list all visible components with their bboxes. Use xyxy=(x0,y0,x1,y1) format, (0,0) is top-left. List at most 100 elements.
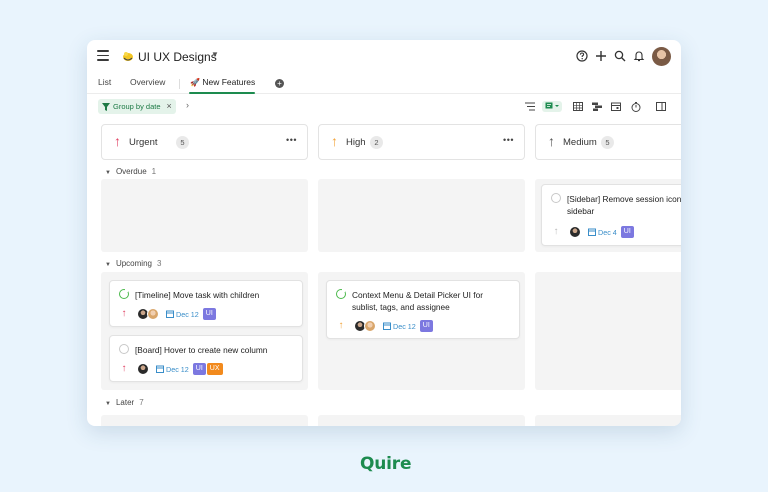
chevron-down-icon: ▼ xyxy=(105,401,111,407)
task-card[interactable]: [Sidebar] Remove session icon sidebar ↑ … xyxy=(541,184,681,246)
lane[interactable] xyxy=(101,415,308,426)
column-medium[interactable]: ↑ Medium 5 xyxy=(535,124,681,160)
column-high[interactable]: ↑ High 2 ••• xyxy=(318,124,525,160)
column-title: High xyxy=(346,137,366,148)
group-label: Upcoming xyxy=(115,259,152,268)
app-header: UI UX Designs ▼ xyxy=(87,40,681,74)
lane[interactable] xyxy=(318,415,525,426)
assignee-avatar[interactable] xyxy=(569,226,581,238)
due-date-text: Dec 4 xyxy=(598,227,617,237)
panel-icon[interactable] xyxy=(655,101,666,112)
task-title-line: sublist, tags, and assignee xyxy=(352,302,450,312)
toolbar: Group by date × › xyxy=(87,96,681,118)
task-checkbox[interactable] xyxy=(119,344,129,354)
priority-urgent-icon: ↑ xyxy=(114,133,121,149)
group-by-chip[interactable]: Group by date × xyxy=(98,99,176,114)
due-date[interactable]: Dec 12 xyxy=(156,365,189,374)
group-upcoming[interactable]: ▼ Upcoming 3 xyxy=(105,259,161,268)
due-date[interactable]: Dec 4 xyxy=(588,228,617,237)
due-date-text: Dec 12 xyxy=(176,309,199,319)
task-meta: ↑ Dec 12 UI xyxy=(336,319,433,333)
due-date[interactable]: Dec 12 xyxy=(166,310,199,319)
app-window: UI UX Designs ▼ List Overview 🚀 New Feat… xyxy=(87,40,681,426)
calendar-icon xyxy=(383,322,391,330)
assignee-avatar[interactable] xyxy=(137,363,149,375)
tag-ui[interactable]: UI xyxy=(192,363,206,375)
tab-new-features[interactable]: 🚀 New Features xyxy=(190,77,255,87)
task-checkbox[interactable] xyxy=(336,288,346,299)
task-card[interactable]: [Timeline] Move task with children ↑ Dec… xyxy=(109,280,303,327)
bell-icon[interactable] xyxy=(632,49,646,63)
tag-group: UI UX xyxy=(192,363,223,375)
tag-ui[interactable]: UI xyxy=(202,308,216,320)
rocket-icon: 🚀 xyxy=(190,78,200,87)
menu-icon[interactable] xyxy=(97,50,109,61)
tab-list[interactable]: List xyxy=(98,77,111,87)
calendar-icon xyxy=(166,310,174,318)
task-title-line: sidebar xyxy=(567,206,595,216)
assignee-avatar[interactable] xyxy=(364,320,376,332)
group-label: Overdue xyxy=(115,167,147,176)
tag-ui[interactable]: UI xyxy=(620,226,634,238)
group-later[interactable]: ▼ Later 7 xyxy=(105,398,144,407)
timeline-icon[interactable] xyxy=(591,101,602,112)
due-date[interactable]: Dec 12 xyxy=(383,322,416,331)
active-tab-indicator xyxy=(189,92,255,94)
task-title: Context Menu & Detail Picker UI for subl… xyxy=(352,289,483,313)
sort-icon[interactable] xyxy=(524,101,535,112)
add-icon[interactable] xyxy=(594,49,608,63)
more-icon[interactable]: ••• xyxy=(503,135,514,145)
column-count: 5 xyxy=(601,136,614,149)
column-urgent[interactable]: ↑ Urgent 5 ••• xyxy=(101,124,308,160)
tag-ux[interactable]: UX xyxy=(206,363,223,375)
timer-icon[interactable] xyxy=(630,101,641,112)
calendar-icon xyxy=(156,365,164,373)
more-icon[interactable]: ••• xyxy=(286,135,297,145)
due-date-text: Dec 12 xyxy=(166,364,189,374)
priority-medium-icon: ↑ xyxy=(548,133,555,149)
table-view-icon[interactable] xyxy=(572,101,583,112)
group-count: 1 xyxy=(151,167,157,176)
avatar[interactable] xyxy=(652,47,671,66)
group-count: 7 xyxy=(139,398,144,407)
chevron-right-icon[interactable]: › xyxy=(186,100,189,110)
group-overdue[interactable]: ▼ Overdue 1 xyxy=(105,167,156,176)
calendar-icon[interactable] xyxy=(610,101,621,112)
view-tabs: List Overview 🚀 New Features + xyxy=(87,74,681,94)
assignee-avatar[interactable] xyxy=(147,308,159,320)
add-view-icon[interactable]: + xyxy=(275,79,284,88)
lane[interactable] xyxy=(535,272,681,390)
help-icon[interactable] xyxy=(575,49,589,63)
search-icon[interactable] xyxy=(613,49,627,63)
column-title: Medium xyxy=(563,137,597,148)
chevron-down-icon[interactable]: ▼ xyxy=(211,50,219,59)
task-meta: ↑ Dec 4 UI xyxy=(551,225,634,239)
priority-icon[interactable]: ↑ xyxy=(336,321,346,331)
priority-icon[interactable]: ↑ xyxy=(119,309,129,319)
task-card[interactable]: Context Menu & Detail Picker UI for subl… xyxy=(326,280,520,339)
task-meta: ↑ Dec 12 UI xyxy=(119,307,216,321)
task-card[interactable]: [Board] Hover to create new column ↑ Dec… xyxy=(109,335,303,382)
lane[interactable] xyxy=(318,179,525,252)
task-meta: ↑ Dec 12 UI UX xyxy=(119,362,223,376)
project-title[interactable]: UI UX Designs xyxy=(138,50,217,64)
group-by-label: Group by date xyxy=(113,102,161,111)
calendar-icon xyxy=(588,228,596,236)
task-title: [Board] Hover to create new column xyxy=(135,345,268,355)
board-view-icon[interactable] xyxy=(542,101,562,112)
priority-icon[interactable]: ↑ xyxy=(119,364,129,374)
project-icon xyxy=(123,52,133,61)
task-checkbox[interactable] xyxy=(551,193,561,203)
task-title-line: [Sidebar] Remove session icon xyxy=(567,194,681,204)
priority-icon[interactable]: ↑ xyxy=(551,227,561,237)
lane[interactable] xyxy=(535,415,681,426)
brand-logo: Quire xyxy=(360,454,412,474)
tab-overview[interactable]: Overview xyxy=(130,77,165,87)
lane[interactable] xyxy=(101,179,308,252)
close-icon[interactable]: × xyxy=(167,102,172,111)
tag-ui[interactable]: UI xyxy=(419,320,433,332)
chevron-down-icon: ▼ xyxy=(105,262,111,268)
column-count: 2 xyxy=(370,136,383,149)
task-checkbox[interactable] xyxy=(119,288,129,299)
due-date-text: Dec 12 xyxy=(393,321,416,331)
